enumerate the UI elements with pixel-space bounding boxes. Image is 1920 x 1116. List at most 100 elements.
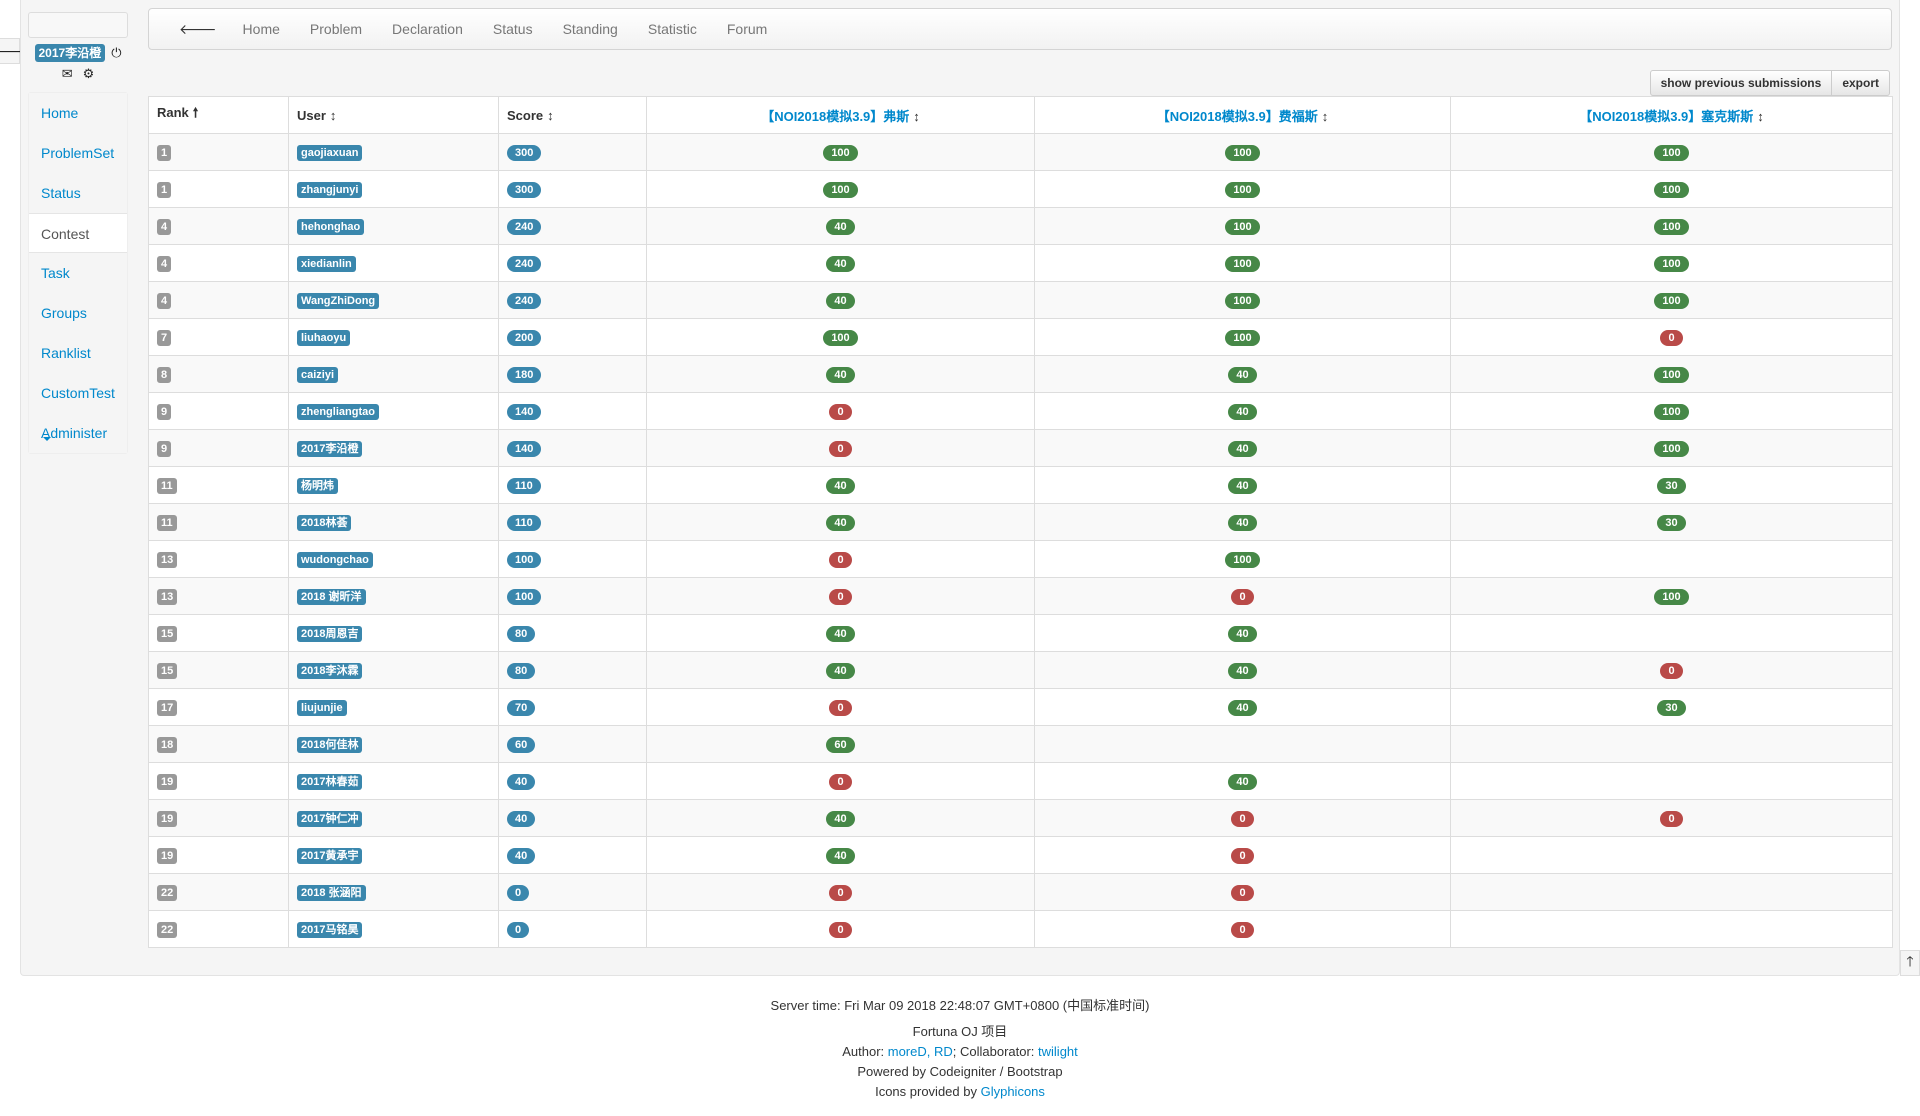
user-link[interactable]: 2017李沿橙 <box>297 440 363 457</box>
user-link[interactable]: 2018林荟 <box>297 514 352 531</box>
sidebar-item-status[interactable]: Status <box>29 173 127 213</box>
sidebar-item-groups[interactable]: Groups <box>29 293 127 333</box>
user-link[interactable]: zhengliangtao <box>297 403 379 420</box>
problem-score-badge[interactable]: 100 <box>1654 588 1689 605</box>
score-header[interactable]: Score ↕ <box>498 96 647 134</box>
sort-icon[interactable]: ↕ <box>1757 109 1764 124</box>
sort-up-icon[interactable]: 🠕 <box>193 105 199 120</box>
problem-score-badge[interactable]: 40 <box>1228 699 1257 716</box>
problem-header-1[interactable]: 【NOI2018模拟3.9】弗斯 ↕ <box>646 96 1035 134</box>
problem-score-badge[interactable]: 100 <box>1654 218 1689 235</box>
problem-score-badge[interactable]: 0 <box>1231 847 1254 864</box>
user-link[interactable]: 2018李沐霖 <box>297 662 363 679</box>
sort-icon[interactable]: ↕ <box>330 108 337 123</box>
problem-score-badge[interactable]: 0 <box>1660 810 1683 827</box>
problem-score-badge[interactable]: 0 <box>829 403 852 420</box>
problem-score-badge[interactable]: 100 <box>1225 181 1260 198</box>
user-link[interactable]: liujunjie <box>297 699 347 716</box>
user-link[interactable]: zhangjunyi <box>297 181 363 198</box>
rank-header[interactable]: Rank 🠕 <box>148 96 289 134</box>
problem-score-badge[interactable]: 40 <box>826 662 855 679</box>
problem-score-badge[interactable]: 100 <box>823 329 858 346</box>
problem-score-badge[interactable]: 40 <box>1228 773 1257 790</box>
user-link[interactable]: WangZhiDong <box>297 292 380 309</box>
problem-score-badge[interactable]: 100 <box>1654 440 1689 457</box>
topnav-item-standing[interactable]: Standing <box>563 21 618 37</box>
user-link[interactable]: 杨明炜 <box>297 477 338 494</box>
topnav-item-forum[interactable]: Forum <box>727 21 767 37</box>
problem-score-badge[interactable]: 0 <box>829 884 852 901</box>
show-previous-submissions-button[interactable]: show previous submissions <box>1649 70 1833 96</box>
problem-score-badge[interactable]: 0 <box>1231 884 1254 901</box>
problem-score-badge[interactable]: 100 <box>823 181 858 198</box>
user-link[interactable]: 2018何佳林 <box>297 736 363 753</box>
problem-score-badge[interactable]: 30 <box>1657 477 1686 494</box>
topnav-item-statistic[interactable]: Statistic <box>648 21 697 37</box>
problem-score-badge[interactable]: 30 <box>1657 699 1686 716</box>
problem-score-badge[interactable]: 40 <box>826 292 855 309</box>
problem-score-badge[interactable]: 40 <box>826 255 855 272</box>
problem-score-badge[interactable]: 100 <box>1225 329 1260 346</box>
problem-score-badge[interactable]: 0 <box>1660 329 1683 346</box>
sidebar-item-home[interactable]: Home <box>29 93 127 133</box>
current-user-badge[interactable]: 2017李沿橙 <box>34 44 106 62</box>
user-link[interactable]: 2018周恩吉 <box>297 625 363 642</box>
topnav-item-status[interactable]: Status <box>493 21 533 37</box>
problem-score-badge[interactable]: 0 <box>1660 662 1683 679</box>
back-arrow-icon[interactable]: 🡐 <box>179 21 217 38</box>
problem-score-badge[interactable]: 40 <box>1228 477 1257 494</box>
problem-link[interactable]: 【NOI2018模拟3.9】弗斯 <box>761 109 909 124</box>
collaborator-link[interactable]: twilight <box>1038 1044 1078 1059</box>
sidebar-item-problemset[interactable]: ProblemSet <box>29 133 127 173</box>
sidebar-item-administer[interactable]: Administer <box>29 413 127 453</box>
problem-score-badge[interactable]: 0 <box>829 699 852 716</box>
problem-score-badge[interactable]: 100 <box>1225 218 1260 235</box>
sort-icon[interactable]: ↕ <box>913 109 920 124</box>
problem-header-2[interactable]: 【NOI2018模拟3.9】费福斯 ↕ <box>1034 96 1451 134</box>
problem-score-badge[interactable]: 0 <box>829 440 852 457</box>
user-link[interactable]: gaojiaxuan <box>297 144 363 161</box>
problem-header-3[interactable]: 【NOI2018模拟3.9】塞克斯斯 ↕ <box>1450 96 1893 134</box>
problem-score-badge[interactable]: 100 <box>1225 144 1260 161</box>
user-link[interactable]: 2018 谢昕洋 <box>297 588 366 605</box>
problem-score-badge[interactable]: 40 <box>826 810 855 827</box>
problem-score-badge[interactable]: 100 <box>1225 255 1260 272</box>
problem-score-badge[interactable]: 0 <box>1231 810 1254 827</box>
glyphicons-link[interactable]: Glyphicons <box>981 1084 1045 1099</box>
problem-score-badge[interactable]: 40 <box>826 366 855 383</box>
sidebar-item-task[interactable]: Task <box>29 253 127 293</box>
user-link[interactable]: 2017钟仁冲 <box>297 810 363 827</box>
user-link[interactable]: xiedianlin <box>297 255 356 272</box>
sidebar-item-contest[interactable]: Contest <box>29 213 127 253</box>
authors-link[interactable]: moreD, RD <box>888 1044 953 1059</box>
problem-score-badge[interactable]: 100 <box>1225 551 1260 568</box>
problem-score-badge[interactable]: 100 <box>1225 292 1260 309</box>
problem-score-badge[interactable]: 100 <box>823 144 858 161</box>
problem-score-badge[interactable]: 40 <box>1228 662 1257 679</box>
problem-score-badge[interactable]: 0 <box>1231 588 1254 605</box>
user-header[interactable]: User ↕ <box>288 96 499 134</box>
problem-link[interactable]: 【NOI2018模拟3.9】塞克斯斯 <box>1579 109 1753 124</box>
problem-score-badge[interactable]: 40 <box>826 514 855 531</box>
problem-score-badge[interactable]: 60 <box>826 736 855 753</box>
problem-score-badge[interactable]: 40 <box>1228 366 1257 383</box>
user-link[interactable]: hehonghao <box>297 218 365 235</box>
problem-score-badge[interactable]: 40 <box>826 218 855 235</box>
user-link[interactable]: 2017林春茹 <box>297 773 363 790</box>
topnav-item-problem[interactable]: Problem <box>310 21 362 37</box>
user-link[interactable]: 2017马铭昊 <box>297 921 363 938</box>
problem-score-badge[interactable]: 40 <box>1228 625 1257 642</box>
sort-icon[interactable]: ↕ <box>1322 109 1329 124</box>
user-link[interactable]: 2018 张涵阳 <box>297 884 366 901</box>
problem-score-badge[interactable]: 100 <box>1654 366 1689 383</box>
problem-score-badge[interactable]: 100 <box>1654 403 1689 420</box>
problem-score-badge[interactable]: 0 <box>829 773 852 790</box>
collapse-sidebar-button[interactable]: 🡐 <box>0 38 28 64</box>
sidebar-item-ranklist[interactable]: Ranklist <box>29 333 127 373</box>
problem-score-badge[interactable]: 100 <box>1654 181 1689 198</box>
problem-score-badge[interactable]: 40 <box>1228 440 1257 457</box>
problem-score-badge[interactable]: 0 <box>829 551 852 568</box>
topnav-item-home[interactable]: Home <box>243 21 280 37</box>
user-link[interactable]: liuhaoyu <box>297 329 351 346</box>
problem-score-badge[interactable]: 40 <box>826 477 855 494</box>
